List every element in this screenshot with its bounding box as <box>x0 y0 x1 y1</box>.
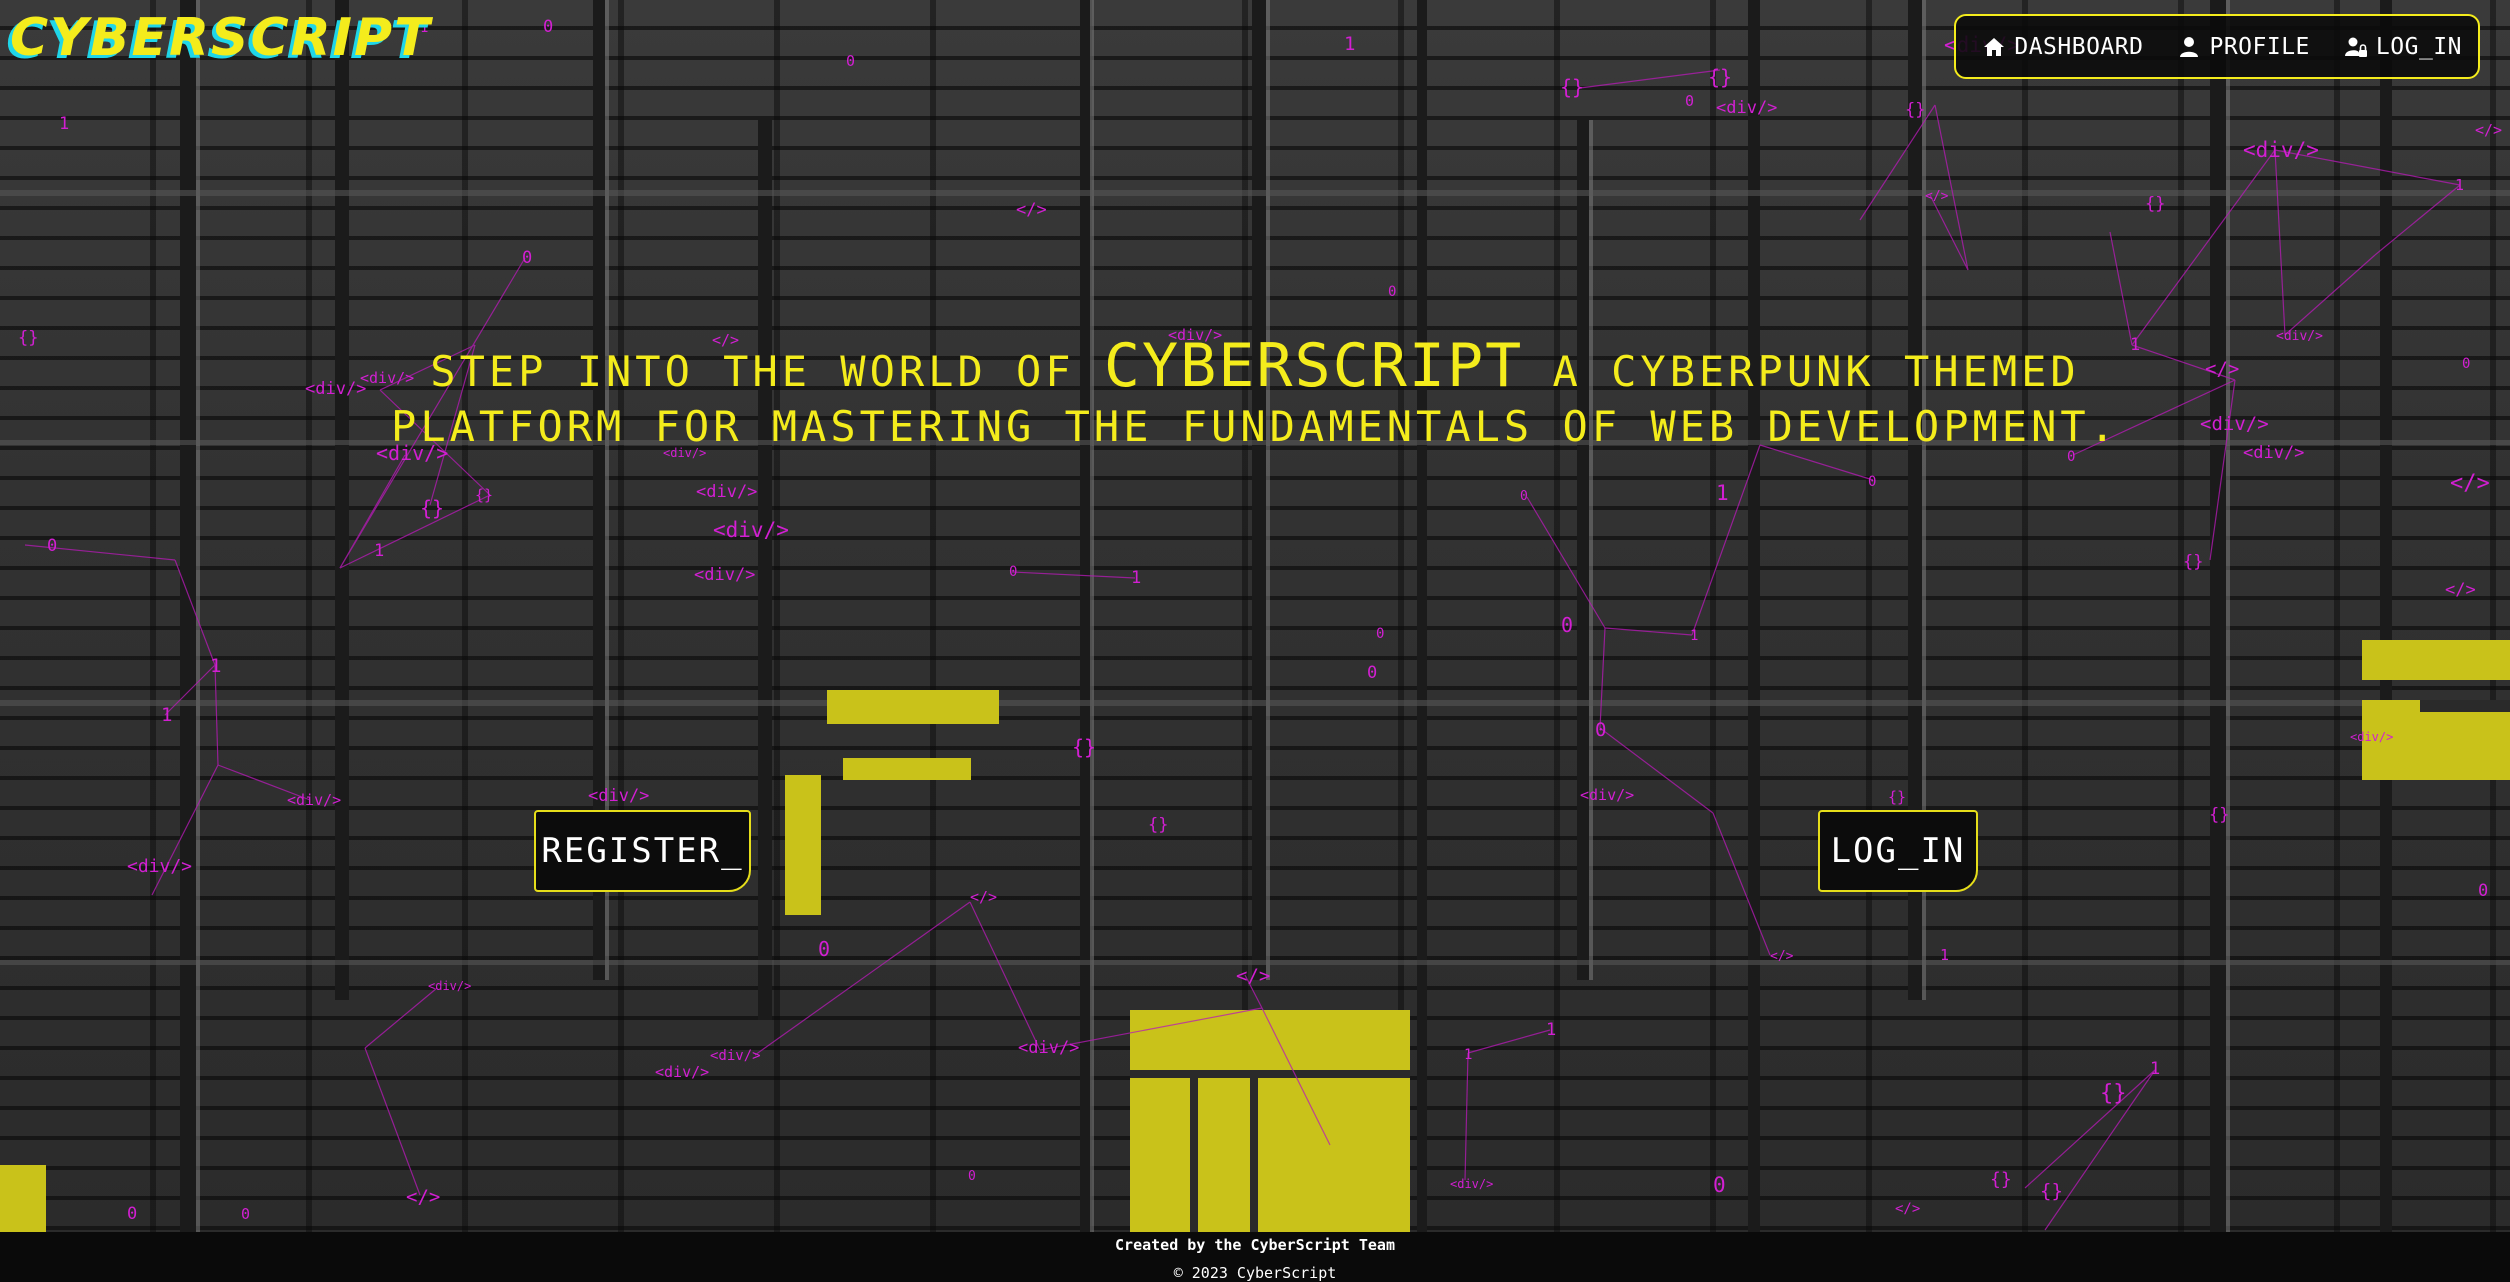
top-navigation: DASHBOARD PROFILE LOG_IN <box>1954 14 2480 79</box>
nav-dashboard-label: DASHBOARD <box>2014 33 2144 60</box>
hero-heading: STEP INTO THE WORLD OF CYBERSCRIPT A CYB… <box>0 330 2510 452</box>
user-lock-icon <box>2344 35 2368 59</box>
nav-profile-link[interactable]: PROFILE <box>2177 34 2309 60</box>
nav-login-link[interactable]: LOG_IN <box>2344 34 2462 60</box>
hero-line-2: PLATFORM FOR MASTERING THE FUNDAMENTALS … <box>391 402 2119 451</box>
background-building-art <box>0 0 2510 1232</box>
register-button[interactable]: REGISTER_ <box>534 810 751 892</box>
footer-copyright: © 2023 CyberScript <box>1173 1264 1337 1282</box>
hero-line-1: STEP INTO THE WORLD OF CYBERSCRIPT A CYB… <box>0 330 2510 402</box>
landing-page: <div/> <div/> <div/> <div/> <div/> <div/… <box>0 0 2510 1282</box>
page-footer: Created by the CyberScript Team © 2023 C… <box>0 1232 2510 1282</box>
hero-intro-text: STEP INTO THE WORLD OF <box>430 347 1075 396</box>
nav-profile-label: PROFILE <box>2209 33 2310 60</box>
nav-dashboard-link[interactable]: DASHBOARD <box>1982 34 2143 60</box>
footer-credit: Created by the CyberScript Team <box>1115 1236 1395 1254</box>
nav-login-label: LOG_IN <box>2375 33 2462 60</box>
site-logo[interactable]: CYBERSCRIPT <box>10 12 432 64</box>
user-icon <box>2177 35 2201 59</box>
login-button[interactable]: LOG_IN <box>1818 810 1978 892</box>
hero-tagline-start: A CYBERPUNK THEMED <box>1552 347 2080 396</box>
home-icon <box>1982 35 2006 59</box>
hero-brand-word: CYBERSCRIPT <box>1103 331 1524 401</box>
